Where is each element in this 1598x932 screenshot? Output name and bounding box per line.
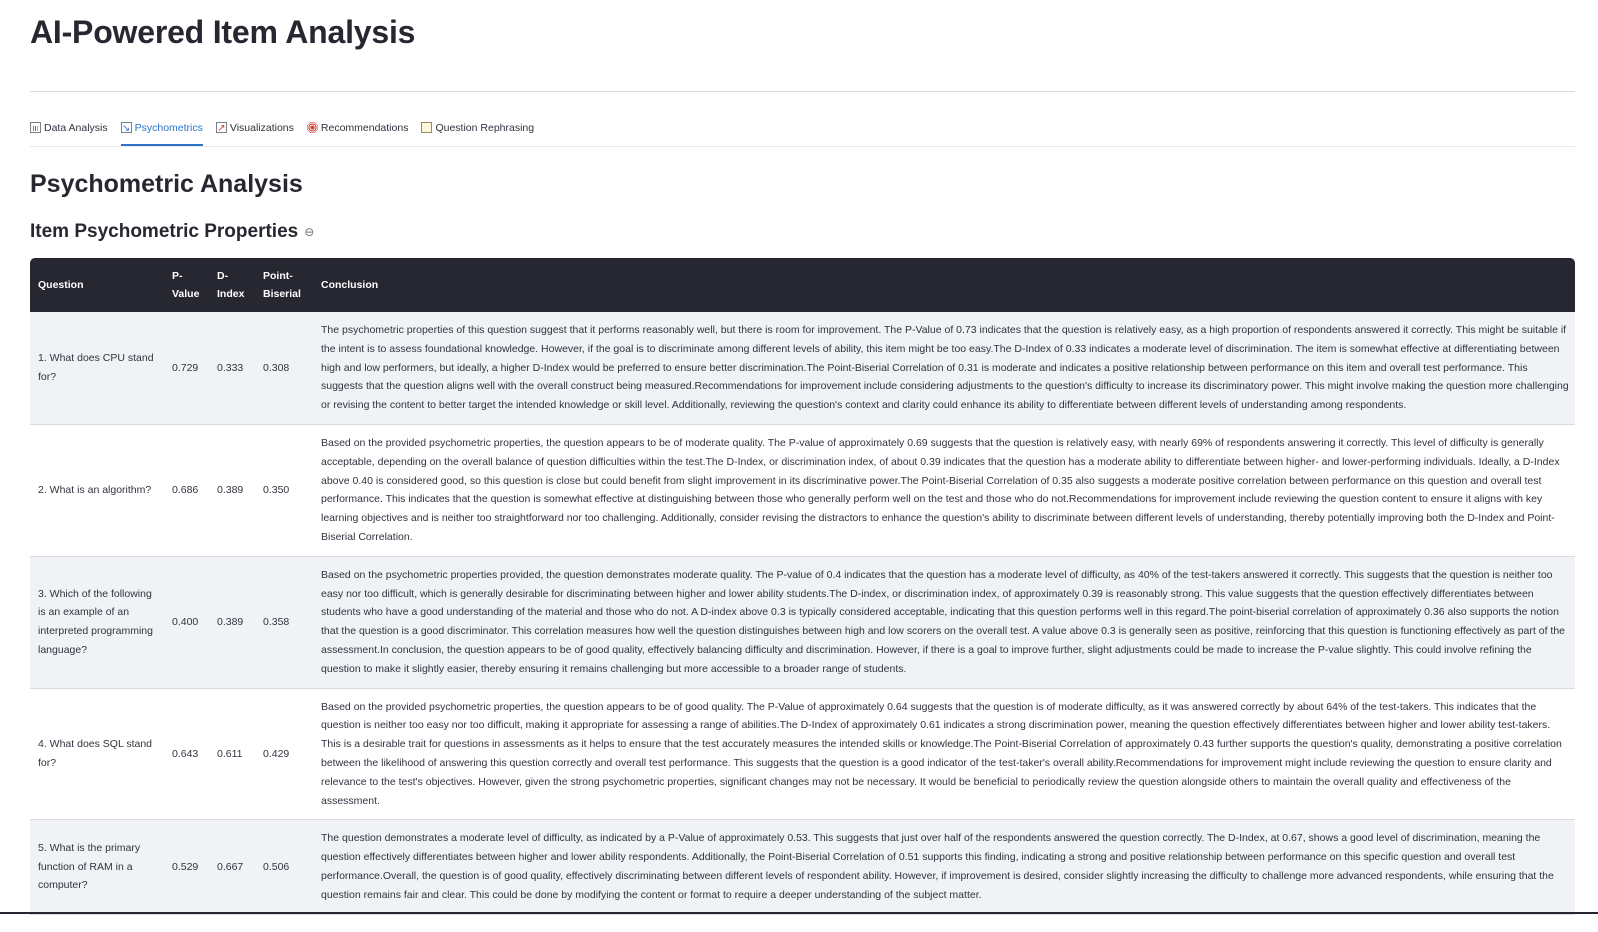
question-cell: 1. What does CPU stand for? <box>30 312 164 425</box>
tab-label: Question Rephrasing <box>435 122 535 134</box>
column-header-p-value: P-Value <box>164 258 209 312</box>
tab-bar: Data Analysis ↘ Psychometrics ↗ Visualiz… <box>30 118 1575 147</box>
target-icon <box>306 122 318 133</box>
conclusion-cell: The psychometric properties of this ques… <box>313 312 1575 425</box>
point-biserial-cell: 0.506 <box>255 819 313 915</box>
column-header-d-index: D-Index <box>209 258 255 312</box>
table-row: 3. Which of the following is an example … <box>30 556 1575 689</box>
link-icon[interactable]: ⊖ <box>304 225 314 239</box>
tab-data-analysis[interactable]: Data Analysis <box>30 118 108 146</box>
tab-recommendations[interactable]: Recommendations <box>306 118 409 146</box>
table-header-row: Question P-Value D-Index Point-Biserial … <box>30 258 1575 312</box>
memo-icon <box>421 122 433 133</box>
bottom-border <box>0 912 1598 914</box>
p-value-cell: 0.529 <box>164 819 209 915</box>
question-cell: 2. What is an algorithm? <box>30 424 164 557</box>
tab-label: Data Analysis <box>44 122 108 134</box>
tab-visualizations[interactable]: ↗ Visualizations <box>215 118 294 146</box>
column-header-conclusion: Conclusion <box>313 258 1575 312</box>
conclusion-cell: Based on the psychometric properties pro… <box>313 556 1575 689</box>
title-divider <box>30 91 1575 92</box>
d-index-cell: 0.389 <box>209 556 255 689</box>
tab-psychometrics[interactable]: ↘ Psychometrics <box>120 118 203 146</box>
conclusion-cell: Based on the provided psychometric prope… <box>313 688 1575 821</box>
subsection-title-text: Item Psychometric Properties <box>30 221 299 242</box>
conclusion-cell: Based on the provided psychometric prope… <box>313 424 1575 557</box>
tab-question-rephrasing[interactable]: Question Rephrasing <box>421 118 534 146</box>
d-index-cell: 0.611 <box>209 688 255 821</box>
question-cell: 4. What does SQL stand for? <box>30 688 164 821</box>
tab-label: Psychometrics <box>134 122 203 134</box>
p-value-cell: 0.729 <box>164 312 209 425</box>
table-row: 4. What does SQL stand for? 0.643 0.611 … <box>30 688 1575 821</box>
question-cell: 3. Which of the following is an example … <box>30 556 164 689</box>
column-header-question: Question <box>30 258 164 312</box>
point-biserial-cell: 0.358 <box>255 556 313 689</box>
bar-chart-icon <box>30 122 41 133</box>
point-biserial-cell: 0.308 <box>255 312 313 425</box>
table-row: 5. What is the primary function of RAM i… <box>30 819 1575 915</box>
conclusion-cell: The question demonstrates a moderate lev… <box>313 819 1575 915</box>
table-row: 1. What does CPU stand for? 0.729 0.333 … <box>30 312 1575 425</box>
point-biserial-cell: 0.350 <box>255 424 313 557</box>
d-index-cell: 0.333 <box>209 312 255 425</box>
d-index-cell: 0.667 <box>209 819 255 915</box>
column-header-point-biserial: Point-Biserial <box>255 258 313 312</box>
tab-label: Visualizations <box>229 122 294 134</box>
subsection-title: Item Psychometric Properties ⊖ <box>30 221 314 243</box>
p-value-cell: 0.400 <box>164 556 209 689</box>
d-index-cell: 0.389 <box>209 424 255 557</box>
tab-label: Recommendations <box>320 122 409 134</box>
p-value-cell: 0.686 <box>164 424 209 557</box>
point-biserial-cell: 0.429 <box>255 688 313 821</box>
table-row: 2. What is an algorithm? 0.686 0.389 0.3… <box>30 424 1575 557</box>
question-cell: 5. What is the primary function of RAM i… <box>30 819 164 915</box>
chart-decreasing-icon: ↘ <box>120 122 132 134</box>
chart-increasing-icon: ↗ <box>215 122 227 134</box>
section-title: Psychometric Analysis <box>30 170 303 198</box>
p-value-cell: 0.643 <box>164 688 209 821</box>
psychometrics-table: Question P-Value D-Index Point-Biserial … <box>30 258 1575 915</box>
page-title: AI-Powered Item Analysis <box>30 14 416 50</box>
